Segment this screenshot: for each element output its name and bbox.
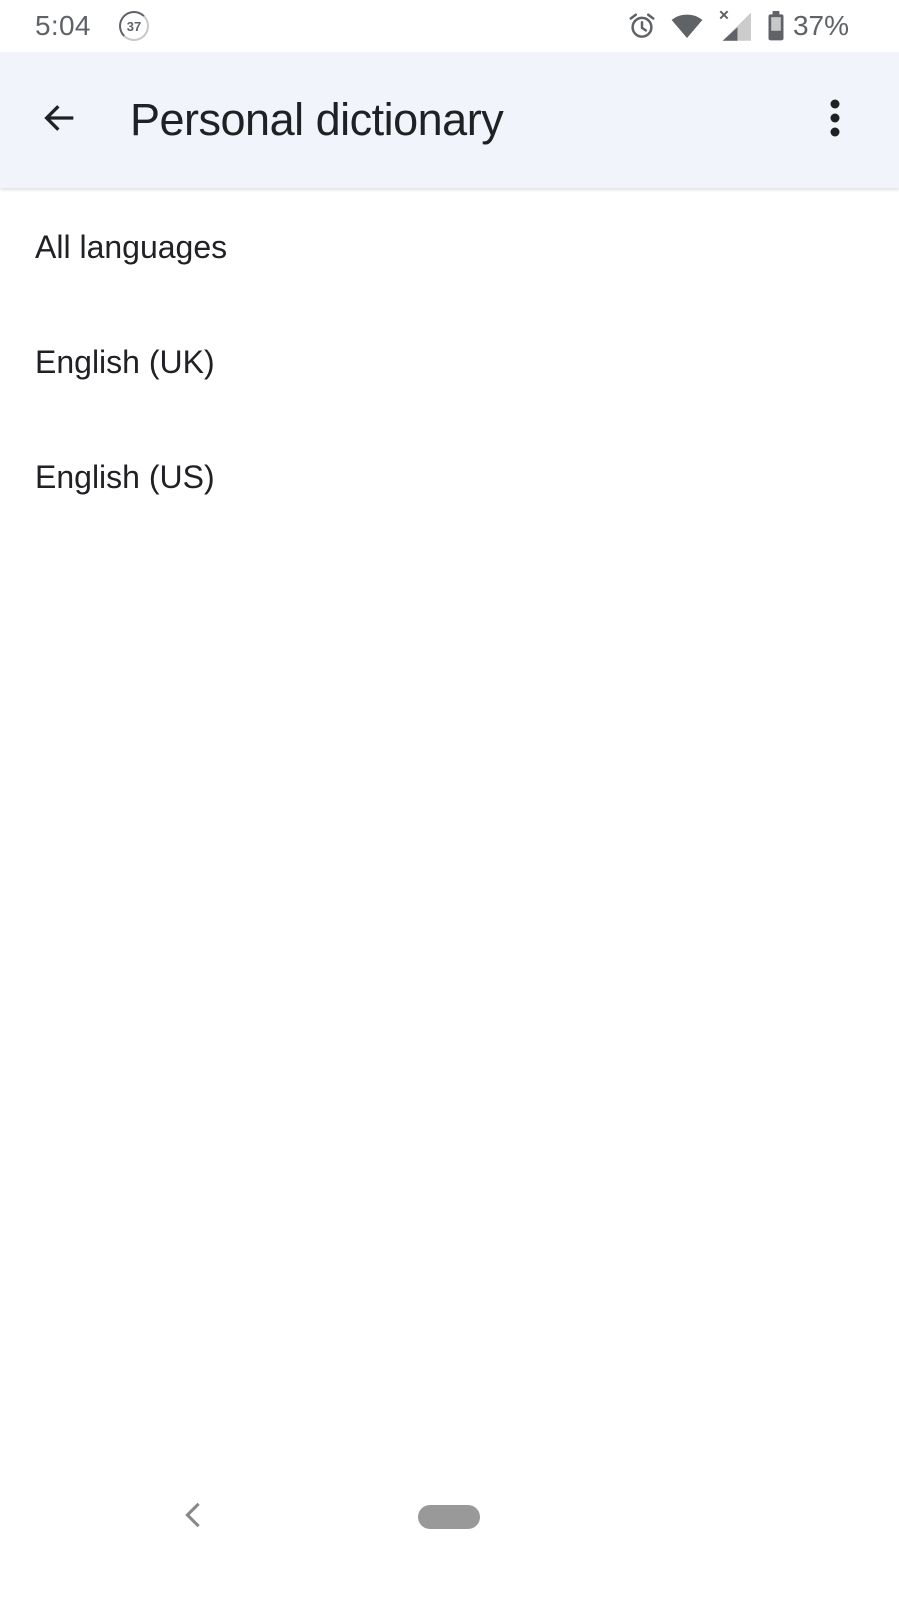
system-nav-bar [0,1480,899,1599]
more-options-button[interactable] [810,90,860,150]
language-list: All languages English (UK) English (US) [0,190,899,535]
status-bar: 5:04 37 37% [0,0,899,52]
arrow-back-icon [40,98,80,143]
battery-percent: 37% [792,10,849,41]
language-item-english-us[interactable]: English (US) [0,420,899,535]
wifi-icon [671,12,703,40]
back-button[interactable] [30,90,90,150]
notification-count-badge: 37 [119,11,149,41]
signal-no-data-icon [717,10,753,42]
more-vert-icon [829,98,841,143]
page-title: Personal dictionary [130,94,504,145]
language-label: English (UK) [35,344,215,380]
chevron-left-icon [184,1501,202,1534]
language-label: English (US) [35,459,215,495]
alarm-icon [627,11,657,41]
nav-back-button[interactable] [178,1500,208,1534]
language-label: All languages [35,229,228,265]
app-bar: Personal dictionary [0,52,899,188]
nav-home-pill[interactable] [418,1505,480,1529]
language-item-all[interactable]: All languages [0,190,899,305]
battery-icon [767,11,785,41]
status-time: 5:04 [35,10,91,41]
language-item-english-uk[interactable]: English (UK) [0,305,899,420]
status-icons: 37% [627,8,849,44]
